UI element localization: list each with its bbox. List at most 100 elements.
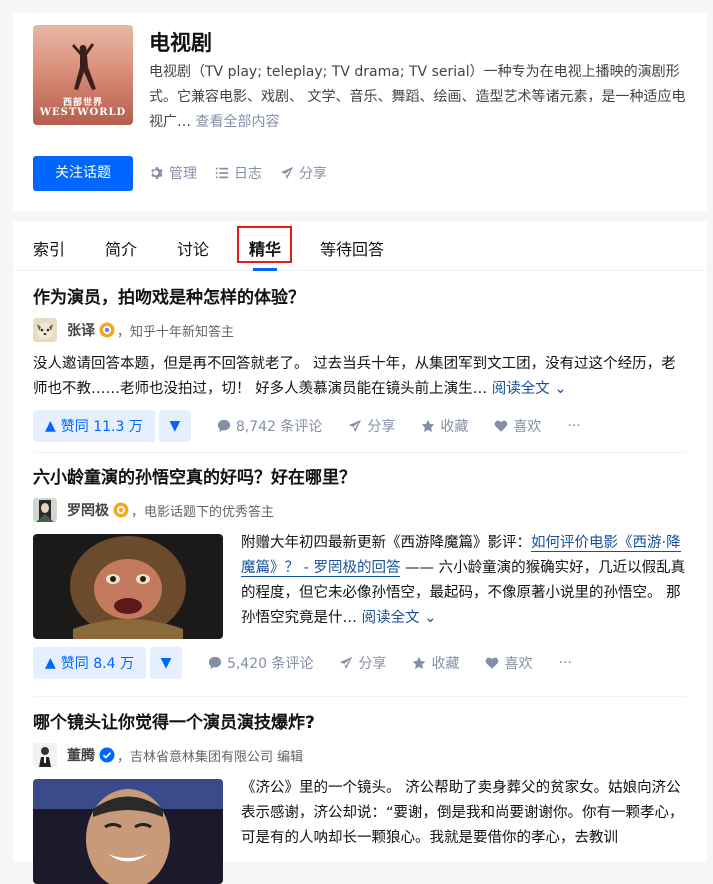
avatar[interactable]: [33, 498, 57, 522]
comment-count: 8,742 条评论: [235, 419, 323, 435]
vote-count: 赞同 11.3 万: [60, 419, 143, 435]
action-bar: ▲ 赞同 11.3 万 ▼ 8,742 条评论 分享 收藏 喜欢 ···: [33, 410, 687, 442]
answer-excerpt[interactable]: 附赠大年初四最新更新《西游降魔篇》影评：如何评价电影《西游·降魔篇》？ - 罗罔…: [241, 531, 687, 639]
answer-excerpt[interactable]: 没人邀请回答本题，但是再不回答就老了。 过去当兵十年，从集团军到文工团，没有过这…: [33, 352, 687, 402]
share-topic-label: 分享: [299, 166, 327, 182]
triangle-up-icon: ▲: [45, 418, 56, 434]
author-row: 董腾 ，吉林省意林集团有限公司 编辑: [33, 743, 687, 767]
log-label: 日志: [234, 166, 262, 182]
answer-body: 《济公》里的一个镜头。 济公帮助了卖身葬父的贫家女。姑娘向济公表示感谢，济公却说…: [33, 779, 687, 884]
item-divider: [33, 452, 687, 453]
triangle-down-icon: ▼: [160, 655, 172, 671]
excerpt-text-pre: 附赠大年初四最新更新《西游降魔篇》影评：: [241, 535, 531, 551]
action-bar: ▲ 赞同 8.4 万 ▼ 5,420 条评论 分享 收藏 喜欢 ···: [33, 647, 687, 679]
triangle-down-icon: ▼: [169, 418, 181, 434]
comment-button[interactable]: 5,420 条评论: [208, 653, 314, 673]
answer-body: 附赠大年初四最新更新《西游降魔篇》影评：如何评价电影《西游·降魔篇》？ - 罗罔…: [33, 534, 687, 639]
tab-intro[interactable]: 简介: [105, 236, 137, 260]
cover-title-en: WESTWORLD: [39, 107, 127, 118]
share-button[interactable]: 分享: [339, 653, 386, 673]
author-bio: ，吉林省意林集团有限公司 编辑: [117, 749, 304, 765]
topic-tabs: 索引 简介 讨论 精华 等待回答: [13, 222, 707, 271]
heart-icon: [495, 420, 508, 432]
collect-label: 收藏: [431, 656, 460, 672]
share-label: 分享: [367, 419, 396, 435]
read-more-link[interactable]: 阅读全文 ⌄: [492, 381, 567, 397]
heart-icon: [486, 657, 499, 669]
comment-button[interactable]: 8,742 条评论: [217, 416, 323, 436]
vote-up-button[interactable]: ▲ 赞同 8.4 万: [33, 647, 146, 679]
author-bio: ，电影话题下的优秀答主: [131, 504, 275, 520]
excerpt-text: 没人邀请回答本题，但是再不回答就老了。 过去当兵十年，从集团军到文工团，没有过这…: [33, 356, 676, 397]
read-more-label: 阅读全文: [361, 610, 420, 626]
feed-item: 六小龄童演的孙悟空真的好吗？好在哪里？ 罗罔极 ，电影话题下的优秀答主 附赠大年…: [33, 466, 687, 679]
answer-thumbnail[interactable]: [33, 779, 223, 884]
read-more-link[interactable]: 阅读全文 ⌄: [362, 610, 437, 626]
like-button[interactable]: 喜欢: [485, 653, 532, 673]
read-more-label: 阅读全文: [491, 381, 550, 397]
like-label: 喜欢: [504, 656, 533, 672]
gear-icon: [151, 167, 163, 179]
share-icon: [349, 419, 362, 433]
tab-pending-answers[interactable]: 等待回答: [320, 236, 384, 260]
topic-actions: 管理 日志 分享: [150, 163, 327, 183]
more-icon: ···: [558, 655, 572, 671]
avatar[interactable]: [33, 318, 57, 342]
question-title[interactable]: 作为演员，拍吻戏是种怎样的体验？: [33, 286, 687, 310]
topic-title: 电视剧: [149, 31, 212, 55]
tab-discussion[interactable]: 讨论: [177, 236, 209, 260]
vote-down-button[interactable]: ▼: [149, 647, 182, 679]
follow-topic-button[interactable]: 关注话题: [33, 156, 133, 191]
collect-label: 收藏: [440, 419, 469, 435]
topic-cover-image[interactable]: 西部世界 WESTWORLD: [33, 25, 133, 125]
feed-item: 作为演员，拍吻戏是种怎样的体验？ 张译 ，知乎十年新知答主 没人邀请回答本题，但…: [33, 286, 687, 442]
author-row: 张译 ，知乎十年新知答主: [33, 318, 687, 342]
vote-count: 赞同 8.4 万: [60, 656, 134, 672]
author-row: 罗罔极 ，电影话题下的优秀答主: [33, 498, 687, 522]
blue-verified-icon: [99, 747, 115, 763]
feed-item: 哪个镜头让你觉得一个演员演技爆炸? 董腾 ，吉林省意林集团有限公司 编辑 《济公…: [33, 711, 687, 884]
star-icon: [422, 419, 435, 432]
share-button[interactable]: 分享: [348, 416, 395, 436]
star-icon: [413, 656, 426, 669]
question-title[interactable]: 六小龄童演的孙悟空真的好吗？好在哪里？: [33, 466, 687, 490]
view-all-link[interactable]: 查看全部内容: [195, 114, 279, 130]
manage-button[interactable]: 管理: [150, 163, 197, 183]
like-label: 喜欢: [513, 419, 542, 435]
more-icon: ···: [567, 418, 581, 434]
share-icon: [280, 166, 294, 180]
tab-index[interactable]: 索引: [33, 236, 65, 260]
comment-count: 5,420 条评论: [226, 656, 314, 672]
active-tab-underline: [253, 268, 277, 271]
gold-badge-icon: [99, 322, 115, 338]
item-divider: [33, 696, 687, 697]
list-icon: [215, 167, 229, 179]
answer-excerpt[interactable]: 《济公》里的一个镜头。 济公帮助了卖身葬父的贫家女。姑娘向济公表示感谢，济公却说…: [241, 776, 687, 884]
manage-label: 管理: [169, 166, 197, 182]
topic-header-card: 西部世界 WESTWORLD 电视剧 电视剧（TV play; teleplay…: [13, 13, 707, 211]
log-button[interactable]: 日志: [215, 163, 262, 183]
more-options-button[interactable]: ···: [558, 655, 571, 671]
answer-thumbnail[interactable]: [33, 534, 223, 639]
gold-badge-icon: [113, 502, 129, 518]
share-icon: [340, 656, 353, 670]
like-button[interactable]: 喜欢: [494, 416, 541, 436]
topic-description: 电视剧（TV play; teleplay; TV drama; TV seri…: [149, 60, 689, 135]
avatar[interactable]: [33, 743, 57, 767]
author-name[interactable]: 罗罔极: [67, 500, 109, 520]
comment-icon: [217, 419, 230, 433]
question-title[interactable]: 哪个镜头让你觉得一个演员演技爆炸?: [33, 711, 687, 735]
author-name[interactable]: 张译: [67, 320, 95, 340]
collect-button[interactable]: 收藏: [421, 416, 468, 436]
chevron-down-icon: ⌄: [424, 610, 437, 626]
more-options-button[interactable]: ···: [567, 418, 580, 434]
author-name[interactable]: 董腾: [67, 745, 95, 765]
share-topic-button[interactable]: 分享: [280, 163, 327, 183]
comment-icon: [208, 656, 222, 670]
collect-button[interactable]: 收藏: [412, 653, 459, 673]
vote-up-button[interactable]: ▲ 赞同 11.3 万: [33, 410, 155, 442]
chevron-down-icon: ⌄: [554, 381, 567, 397]
author-bio: ，知乎十年新知答主: [117, 324, 235, 340]
vote-down-button[interactable]: ▼: [158, 410, 191, 442]
excerpt-text: 《济公》里的一个镜头。 济公帮助了卖身葬父的贫家女。姑娘向济公表示感谢，济公却说…: [241, 780, 684, 846]
